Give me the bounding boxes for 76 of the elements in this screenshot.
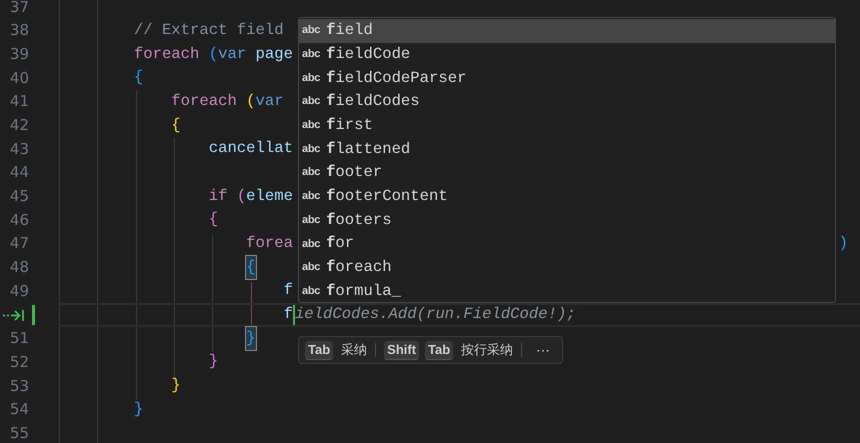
line-number: 47 (8, 233, 29, 254)
line-number: 51 (8, 328, 29, 350)
text-kind-icon: abc (302, 49, 320, 60)
text-kind-icon: abc (302, 72, 320, 84)
line-number: 46 (8, 210, 29, 231)
code-keyword: var (218, 44, 248, 65)
suggestion-item[interactable]: abc field (299, 19, 835, 43)
suggestion-item[interactable]: abc footers (299, 208, 835, 232)
suggestion-item[interactable]: abc formula_ (299, 280, 835, 304)
text-kind-icon: abc (302, 191, 320, 202)
change-marker (32, 304, 35, 325)
suggestion-item[interactable]: abc fieldCode (299, 42, 835, 66)
code-bracket: { (208, 209, 218, 230)
line-number: 43 (8, 138, 29, 160)
code-comment: // Extract field (134, 20, 284, 41)
line-number: 44 (8, 162, 29, 184)
code-bracket: ) (838, 233, 848, 254)
text-kind-icon: abc (302, 262, 320, 274)
line-number: 53 (8, 376, 29, 397)
code-bracket: { (134, 67, 144, 88)
suggestion-item[interactable]: abc footerContent (299, 184, 835, 208)
code-bracket: } (208, 351, 218, 372)
accept-action[interactable]: 采纳 (341, 340, 368, 360)
text-kind-icon: abc (302, 25, 320, 36)
line-number: 55 (8, 422, 29, 443)
line-number: 42 (8, 115, 29, 136)
line-number: 49 (8, 280, 29, 302)
line-number: 52 (8, 352, 29, 373)
text-cursor (292, 304, 295, 325)
key-cap: Tab (425, 340, 454, 360)
code-keyword: if (208, 186, 228, 207)
line-number: 37 (8, 0, 29, 18)
code-identifier: cancellat (208, 138, 293, 160)
suggestion-item[interactable]: abc for (299, 232, 835, 256)
suggestion-item[interactable]: abc flattened (299, 137, 835, 162)
code-keyword: foreach (171, 90, 238, 112)
line-number: 40 (8, 68, 29, 89)
code-keyword: var (256, 90, 284, 112)
more-button[interactable]: ⋯ (530, 340, 556, 360)
line-number: 38 (8, 20, 29, 42)
code-keyword: foreach (134, 44, 200, 65)
suggestion-item[interactable]: abc foreach (299, 256, 835, 280)
matched-bracket: } (246, 326, 256, 350)
text-kind-icon: abc (302, 286, 320, 297)
line-number: 39 (8, 44, 29, 65)
code-bracket: } (171, 375, 181, 396)
line-number: 41 (8, 91, 29, 112)
code-bracket: ( (236, 186, 246, 207)
code-bracket: } (134, 398, 144, 420)
key-cap: Tab (305, 340, 334, 360)
code-bracket: ( (246, 90, 256, 112)
code-identifier: f (284, 280, 293, 302)
arrow-to-bar-icon[interactable] (2, 308, 25, 322)
accept-action[interactable]: 按行采纳 (461, 340, 514, 360)
suggestion-item[interactable]: abc fieldCodeParser (299, 66, 835, 90)
text-kind-icon: abc (302, 214, 320, 226)
text-kind-icon: abc (302, 120, 320, 132)
line-number: 48 (8, 257, 29, 278)
code-identifier: f (284, 304, 293, 326)
ghost-suggestion: ieldCodes.Add(run.FieldCode!); (294, 304, 576, 326)
code-identifier: eleme (246, 186, 293, 207)
text-kind-icon: abc (302, 238, 320, 250)
line-number: 45 (8, 186, 29, 208)
key-cap: Shift (384, 340, 420, 360)
suggestion-item[interactable]: abc first (299, 114, 835, 138)
text-kind-icon: abc (302, 144, 320, 155)
text-kind-icon: abc (302, 96, 320, 108)
code-keyword: forea (246, 233, 293, 254)
matched-bracket: { (246, 256, 256, 280)
line-number: 54 (8, 399, 29, 420)
suggestion-item[interactable]: abc fieldCodes (299, 90, 835, 114)
code-bracket: ( (208, 44, 218, 65)
code-bracket: { (171, 114, 181, 136)
text-kind-icon: abc (302, 167, 320, 178)
code-identifier: page (256, 44, 293, 65)
suggestion-item[interactable]: abc footer (299, 161, 835, 185)
